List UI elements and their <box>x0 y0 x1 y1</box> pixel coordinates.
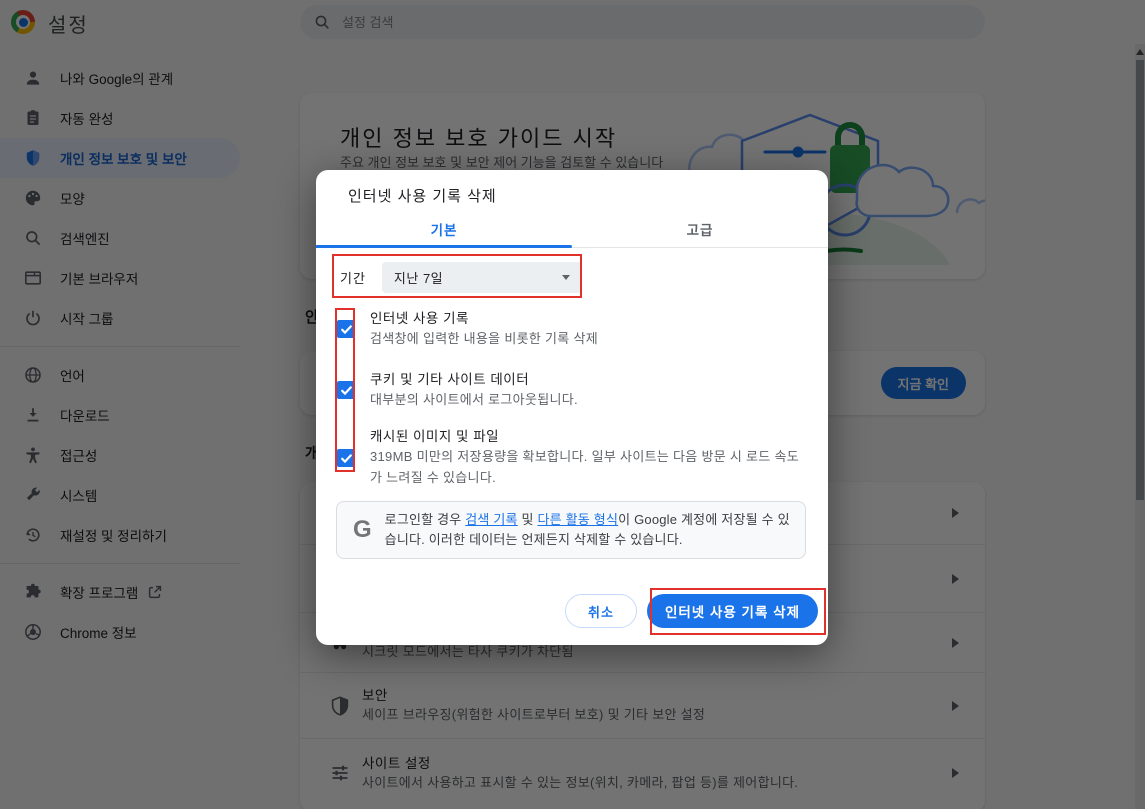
cookies-checkbox[interactable] <box>337 381 355 399</box>
dialog-buttons: 취소 인터넷 사용 기록 삭제 <box>565 594 818 628</box>
browsing-history-checkbox[interactable] <box>337 320 355 338</box>
checkbox-title: 인터넷 사용 기록 <box>370 310 598 328</box>
tab-advanced[interactable]: 고급 <box>572 210 828 247</box>
cached-images-checkbox[interactable] <box>337 449 355 467</box>
dialog-tabs: 기본 고급 <box>316 210 828 248</box>
checkbox-title: 쿠키 및 기타 사이트 데이터 <box>370 371 578 389</box>
active-tab-indicator <box>316 245 572 248</box>
checkbox-title: 캐시된 이미지 및 파일 <box>370 428 810 446</box>
clear-data-button[interactable]: 인터넷 사용 기록 삭제 <box>647 594 818 628</box>
google-g-icon: G <box>353 516 372 544</box>
time-range-select[interactable]: 지난 7일 <box>382 262 582 293</box>
clear-browsing-data-dialog: 인터넷 사용 기록 삭제 기본 고급 기간 지난 7일 인터넷 사용 기록 검색… <box>316 170 828 645</box>
checkbox-subtitle: 검색창에 입력한 내용을 비롯한 기록 삭제 <box>370 328 598 349</box>
search-history-link[interactable]: 검색 기록 <box>465 512 517 527</box>
other-activity-link[interactable]: 다른 활동 형식 <box>538 512 619 527</box>
cancel-button[interactable]: 취소 <box>565 594 637 628</box>
time-range-label: 기간 <box>340 268 366 287</box>
checkbox-subtitle: 319MB 미만의 저장용량을 확보합니다. 일부 사이트는 다음 방문 시 로… <box>370 446 810 488</box>
checkbox-row-cookies: 쿠키 및 기타 사이트 데이터 대부분의 사이트에서 로그아웃됩니다. <box>337 369 800 411</box>
time-range-row: 기간 지난 7일 <box>340 262 582 293</box>
notice-text: 로그인할 경우 검색 기록 및 다른 활동 형식이 Google 계정에 저장될… <box>385 510 793 550</box>
notice-text-part: 로그인할 경우 <box>385 512 466 527</box>
chrome-settings-page: 설정 나와 Google의 관계 자동 완성 개인 정보 보호 및 보안 모양 <box>0 0 1145 809</box>
time-range-value: 지난 7일 <box>394 268 443 287</box>
notice-text-part: 및 <box>518 512 538 527</box>
tab-basic[interactable]: 기본 <box>316 210 572 247</box>
checkbox-subtitle: 대부분의 사이트에서 로그아웃됩니다. <box>370 389 578 410</box>
dropdown-arrow-icon <box>562 275 570 280</box>
checkbox-row-browsing-history: 인터넷 사용 기록 검색창에 입력한 내용을 비롯한 기록 삭제 <box>337 308 800 350</box>
google-account-notice: G 로그인할 경우 검색 기록 및 다른 활동 형식이 Google 계정에 저… <box>336 501 806 559</box>
dialog-title: 인터넷 사용 기록 삭제 <box>348 185 497 206</box>
checkbox-row-cached-images: 캐시된 이미지 및 파일 319MB 미만의 저장용량을 확보합니다. 일부 사… <box>337 426 800 490</box>
